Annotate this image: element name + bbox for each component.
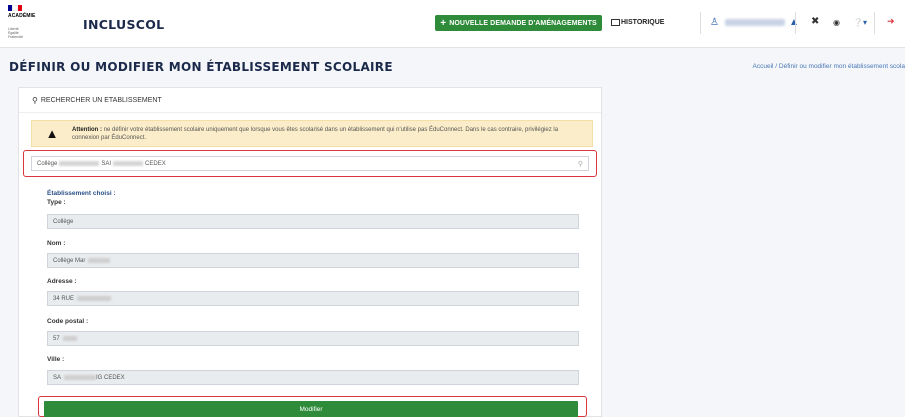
city-field: SA IG CEDEX — [47, 370, 579, 385]
new-request-label: NOUVELLE DEMANDE D'AMÉNAGEMENTS — [449, 19, 597, 27]
name-field: Collège Mar — [47, 253, 579, 268]
card-header: ⚲ RECHERCHER UN ETABLISSEMENT — [19, 88, 601, 113]
chosen-school-label: Établissement choisi : — [47, 190, 116, 197]
graduation-cap-icon: ▲ — [789, 17, 799, 28]
history-label: HISTORIQUE — [621, 19, 665, 26]
academie-logo[interactable]: ACADÉMIE Liberté Égalité Fraternité — [8, 5, 54, 43]
user-icon: ♙ — [710, 16, 719, 28]
redacted-text — [62, 336, 77, 341]
postal-code-label: Code postal : — [47, 318, 89, 325]
warning-alert: ▲ Attention : ne définir votre établisse… — [31, 120, 593, 147]
card-title: RECHERCHER UN ETABLISSEMENT — [40, 96, 162, 104]
eye-icon[interactable]: ◉ — [833, 18, 840, 27]
flag-icon — [8, 5, 22, 11]
type-field: Collège — [47, 214, 579, 229]
help-icon[interactable]: ❔▾ — [853, 18, 867, 27]
address-field: 34 RUE — [47, 291, 579, 306]
logout-icon[interactable]: ➜ — [887, 16, 895, 27]
user-menu[interactable]: ♙ ▲ — [710, 17, 799, 28]
redacted-text — [64, 375, 97, 380]
postal-code-field: 57 — [47, 331, 579, 346]
city-label: Ville : — [47, 356, 65, 363]
breadcrumb[interactable]: Accueil / Définir ou modifier mon établi… — [753, 63, 905, 70]
divider — [700, 12, 701, 34]
school-search-card: ⚲ RECHERCHER UN ETABLISSEMENT ▲ Attentio… — [18, 87, 602, 417]
school-search-input[interactable]: Collège SAI CEDEX ⚲ — [31, 156, 589, 171]
expand-icon[interactable]: ✖ — [811, 16, 819, 27]
type-label: Type : — [47, 199, 66, 206]
history-icon — [611, 19, 620, 26]
history-link[interactable]: HISTORIQUE — [611, 19, 664, 26]
modify-button[interactable]: Modifier — [44, 401, 578, 417]
warning-text: Attention : ne définir votre établisseme… — [72, 126, 559, 141]
top-navbar: ACADÉMIE Liberté Égalité Fraternité INCL… — [0, 0, 905, 48]
redacted-text — [88, 258, 111, 263]
logo-motto: Liberté Égalité Fraternité — [8, 27, 23, 39]
page-title: DÉFINIR OU MODIFIER MON ÉTABLISSEMENT SC… — [9, 60, 393, 74]
divider — [874, 12, 875, 34]
redacted-text — [59, 161, 100, 166]
name-label: Nom : — [47, 240, 66, 247]
warning-icon: ▲ — [45, 126, 59, 141]
plus-icon: + — [440, 17, 447, 29]
redacted-text — [113, 161, 144, 166]
new-request-button[interactable]: + NOUVELLE DEMANDE D'AMÉNAGEMENTS — [435, 15, 602, 31]
user-name-redacted — [725, 19, 785, 26]
address-label: Adresse : — [47, 278, 77, 285]
redacted-text — [77, 296, 112, 301]
search-icon[interactable]: ⚲ — [578, 160, 583, 168]
app-title[interactable]: INCLUSCOL — [83, 17, 164, 32]
search-icon: ⚲ — [32, 95, 38, 105]
divider — [795, 12, 796, 34]
logo-text: ACADÉMIE — [8, 13, 36, 19]
